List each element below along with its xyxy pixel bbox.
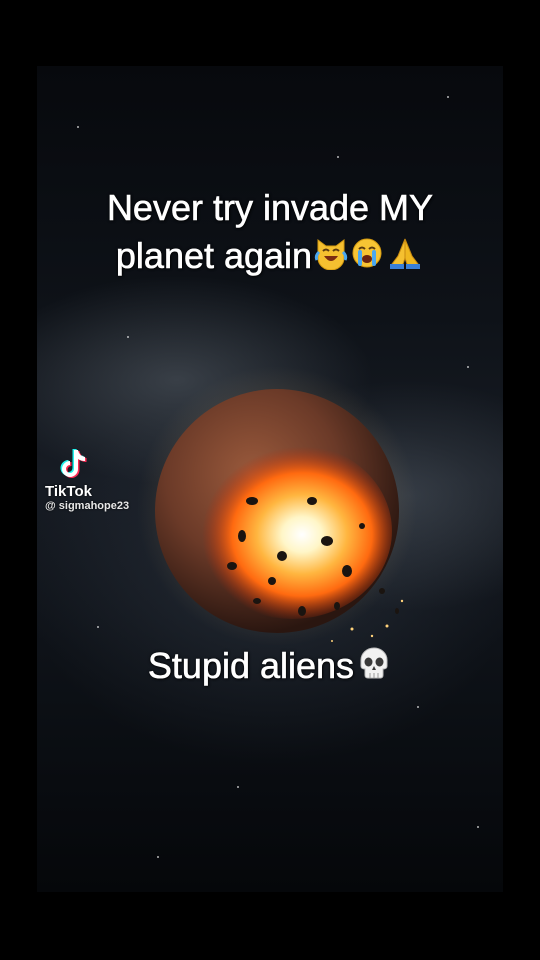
tiktok-watermark: TikTok @ sigmahope23: [45, 446, 129, 513]
caption-top-line1: Never try invade MY: [106, 187, 434, 229]
caption-bottom: Stupid aliens: [37, 644, 503, 691]
star: [97, 626, 99, 628]
caption-top: Never try invade MY planet again: [37, 184, 503, 282]
star: [447, 96, 449, 98]
loudly-crying-face-icon: [350, 234, 384, 282]
video-frame: Never try invade MY planet again TikTok …: [37, 66, 503, 892]
caption-top-line2-row: planet again: [37, 232, 503, 282]
star: [467, 366, 469, 368]
star: [477, 826, 479, 828]
folded-hands-icon: [386, 234, 424, 282]
skull-icon: [356, 645, 392, 691]
star: [237, 786, 239, 788]
caption-bottom-text: Stupid aliens: [147, 645, 355, 687]
star: [127, 336, 129, 338]
star: [157, 856, 159, 858]
star: [77, 126, 79, 128]
star: [337, 156, 339, 158]
watermark-handle: @ sigmahope23: [45, 500, 130, 512]
exploding-planet: [132, 361, 422, 651]
star: [417, 706, 419, 708]
caption-top-line2: planet again: [115, 235, 313, 277]
tiktok-logo-icon: [55, 446, 91, 482]
watermark-brand: TikTok: [45, 483, 92, 500]
cat-tears-of-joy-icon: [314, 234, 348, 282]
